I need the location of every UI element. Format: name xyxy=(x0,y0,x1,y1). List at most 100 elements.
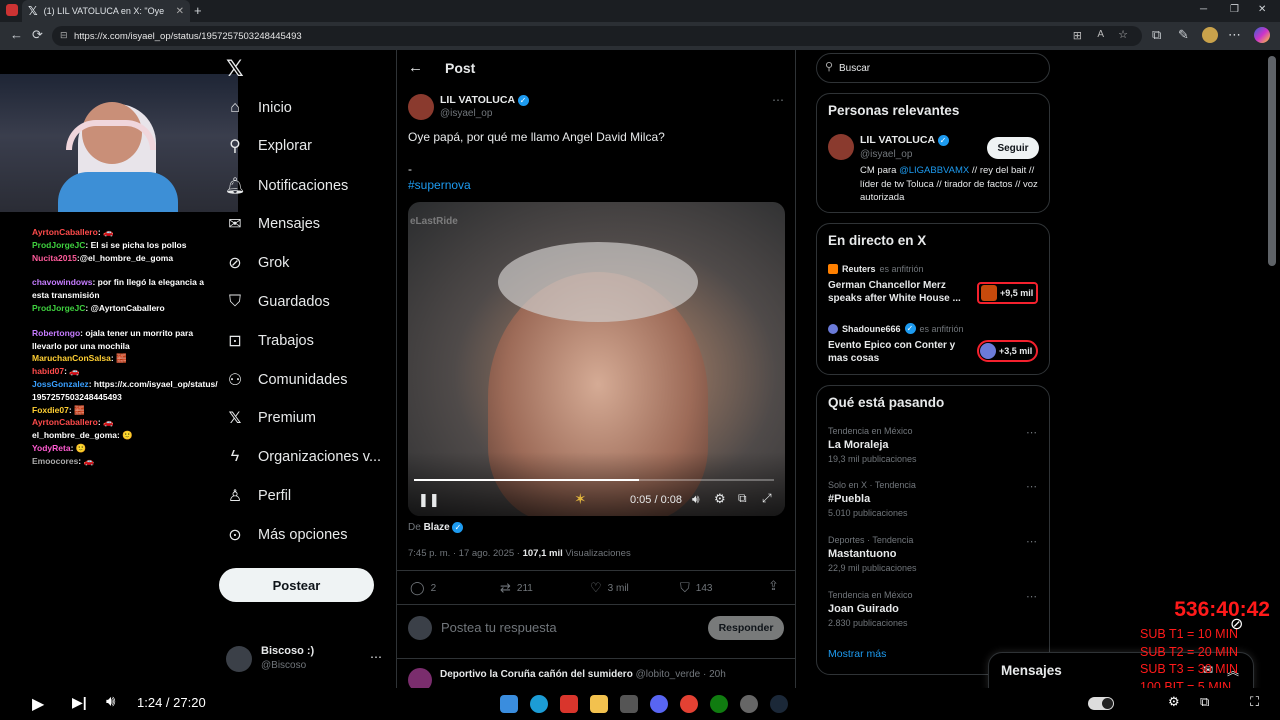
reply-button[interactable]: Responder xyxy=(708,616,784,640)
trend-more-icon[interactable]: ⋯ xyxy=(1026,590,1037,603)
live-item-title[interactable]: Evento Epico con Conter y mas cosas xyxy=(828,339,968,365)
trend-item[interactable]: Deportes · Tendencia Mastantuono 22,9 mi… xyxy=(828,535,917,573)
nav-item-mensajes[interactable]: ✉ Mensajes xyxy=(226,212,320,236)
search-field[interactable]: ⚲ Buscar xyxy=(816,53,1050,83)
new-tab-icon[interactable]: + xyxy=(194,3,202,18)
author-avatar[interactable] xyxy=(408,94,434,120)
fullscreen-icon[interactable]: ⛶ xyxy=(1250,694,1259,710)
volume-icon[interactable]: 🔊︎ xyxy=(692,492,700,507)
maximize-icon[interactable]: ❐ xyxy=(1230,4,1239,15)
fullscreen-icon[interactable]: ⤢ xyxy=(762,491,772,506)
copilot-icon[interactable] xyxy=(1254,27,1270,43)
pip-icon[interactable]: ⧉ xyxy=(738,491,747,506)
reload-icon[interactable]: ⟳ xyxy=(32,27,43,43)
post-button[interactable]: Postear xyxy=(219,568,374,602)
folder-icon[interactable] xyxy=(590,695,608,713)
app-icon[interactable] xyxy=(560,695,578,713)
share-icon[interactable]: ⇪ xyxy=(768,578,779,594)
back-icon[interactable]: ← xyxy=(10,27,23,42)
live-count-badge[interactable]: +9,5 mil xyxy=(977,282,1038,304)
play-icon[interactable]: ▶ xyxy=(32,694,44,714)
nav-item-guardados[interactable]: ⛉ Guardados xyxy=(226,290,330,314)
show-more-link[interactable]: Mostrar más xyxy=(828,648,886,660)
edge-icon[interactable] xyxy=(530,695,548,713)
reply-action[interactable]: ◯ 2 xyxy=(410,580,436,596)
favorite-star-icon[interactable]: ☆ xyxy=(1118,28,1128,41)
app-icon[interactable] xyxy=(740,695,758,713)
relevant-name-row[interactable]: LIL VATOLUCA ✓ xyxy=(860,134,949,146)
pause-icon[interactable]: ❚❚ xyxy=(418,492,440,508)
read-aloud-icon[interactable]: A xyxy=(1097,29,1104,40)
trend-item[interactable]: Tendencia en México La Moraleja 19,3 mil… xyxy=(828,426,917,464)
settings-gear-icon[interactable]: ⚙ xyxy=(1168,694,1180,710)
address-toolbar: ← ⟳ ⊟ https://x.com/isyael_op/status/195… xyxy=(0,22,1280,50)
nav-item-perfil[interactable]: ♙ Perfil xyxy=(226,484,291,508)
reuters-logo-icon xyxy=(828,264,838,274)
app-icon[interactable] xyxy=(620,695,638,713)
apps-icon[interactable]: ⊞ xyxy=(1073,29,1082,42)
video-player[interactable]: eLastRide ❚❚ ✶ 0:05 / 0:08 🔊︎ ⚙ ⧉ ⤢ xyxy=(408,202,785,516)
discord-icon[interactable] xyxy=(650,695,668,713)
follow-button[interactable]: Seguir xyxy=(987,137,1039,159)
source-name[interactable]: Blaze xyxy=(424,522,450,533)
chrome-icon[interactable] xyxy=(680,695,698,713)
site-info-icon[interactable]: ⊟ xyxy=(60,30,68,41)
trend-item[interactable]: Tendencia en México Joan Guirado 2.830 p… xyxy=(828,590,913,628)
trend-more-icon[interactable]: ⋯ xyxy=(1026,480,1037,493)
back-arrow-icon[interactable]: ← xyxy=(408,59,423,76)
nav-item-notificaciones[interactable]: 🔔︎ Notificaciones xyxy=(224,174,348,198)
url-field[interactable]: ⊟ https://x.com/isyael_op/status/1957257… xyxy=(52,26,1142,46)
browser-tab[interactable]: 𝕏 (1) LIL VATOLUCA en X: "Oye ✕ xyxy=(22,0,190,22)
page-scrollbar[interactable] xyxy=(1268,56,1276,266)
nav-item-trabajos[interactable]: ⊡ Trabajos xyxy=(226,329,314,353)
people-icon: ⚇ xyxy=(227,372,243,389)
account-more-icon[interactable]: ⋯ xyxy=(370,650,382,664)
live-count-badge[interactable]: +3,5 mil xyxy=(977,340,1038,362)
trend-more-icon[interactable]: ⋯ xyxy=(1026,426,1037,439)
miniplayer-icon[interactable]: ⧉ xyxy=(1200,694,1209,710)
url-text: https://x.com/isyael_op/status/195725750… xyxy=(74,30,302,42)
trend-more-icon[interactable]: ⋯ xyxy=(1026,535,1037,548)
author-name-row[interactable]: LIL VATOLUCA ✓ xyxy=(440,94,529,106)
next-icon[interactable]: ▶| xyxy=(72,694,87,711)
nav-item-inicio[interactable]: ⌂ Inicio xyxy=(226,96,292,120)
chat-line: YodyReta: 🙂 xyxy=(32,442,87,453)
nav-item-explorar[interactable]: ⚲ Explorar xyxy=(226,134,312,158)
author-name: LIL VATOLUCA xyxy=(440,94,515,106)
divider xyxy=(396,658,796,659)
window-close-icon[interactable]: ✕ xyxy=(1258,4,1266,15)
more-menu-icon[interactable]: ⋯ xyxy=(1228,27,1241,43)
tab-close-icon[interactable]: ✕ xyxy=(176,6,184,17)
tab-actions-icon[interactable] xyxy=(6,4,18,16)
nav-item-grok[interactable]: ⊘ Grok xyxy=(226,251,289,275)
nav-item-mas-opciones[interactable]: ⊙ Más opciones xyxy=(226,523,347,547)
x-home-logo-icon[interactable]: 𝕏 xyxy=(226,56,244,82)
repost-action[interactable]: ⇄ 211 xyxy=(500,580,533,596)
nav-item-organizaciones[interactable]: ϟ Organizaciones v... xyxy=(226,445,381,469)
profile-avatar[interactable] xyxy=(1202,27,1218,43)
split-screen-icon[interactable]: ⧉ xyxy=(1152,27,1161,43)
tab-title: (1) LIL VATOLUCA en X: "Oye xyxy=(43,6,165,16)
chat-line: Nucita2015:@el_hombre_de_goma xyxy=(32,252,174,263)
nav-item-comunidades[interactable]: ⚇ Comunidades xyxy=(226,368,348,392)
account-avatar[interactable] xyxy=(226,646,252,672)
like-action[interactable]: ♡ 3 mil xyxy=(590,580,629,596)
relevant-avatar[interactable] xyxy=(828,134,854,160)
reply-input[interactable]: Postea tu respuesta xyxy=(441,620,557,635)
post-more-icon[interactable]: ⋯ xyxy=(772,93,784,107)
start-icon[interactable] xyxy=(500,695,518,713)
steam-icon[interactable] xyxy=(770,695,788,713)
extensions-icon[interactable]: ✎ xyxy=(1178,27,1189,43)
live-item-title[interactable]: German Chancellor Merz speaks after Whit… xyxy=(828,279,968,305)
nav-item-premium[interactable]: 𝕏 Premium xyxy=(226,406,316,430)
video-progress-track[interactable] xyxy=(414,479,774,481)
settings-gear-icon[interactable]: ⚙ xyxy=(714,491,726,507)
minimize-icon[interactable]: ─ xyxy=(1200,4,1207,15)
trend-item[interactable]: Solo en X · Tendencia #Puebla 5.010 publ… xyxy=(828,480,916,518)
post-hashtag[interactable]: #supernova xyxy=(408,178,471,192)
bell-icon: 🔔︎ xyxy=(224,178,246,195)
xbox-icon[interactable] xyxy=(710,695,728,713)
autoplay-toggle[interactable] xyxy=(1088,697,1114,710)
volume-icon[interactable]: 🔊︎ xyxy=(106,693,115,710)
bookmark-action[interactable]: ⛉ 143 xyxy=(680,580,712,596)
